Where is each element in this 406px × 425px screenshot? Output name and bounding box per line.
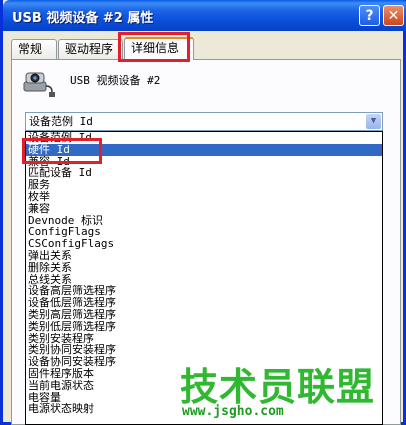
dropdown-option[interactable]: 设备低层筛选程序	[26, 297, 382, 309]
dropdown-option[interactable]: 类别低层筛选程序	[26, 321, 382, 333]
tab-details[interactable]: 详细信息	[124, 37, 194, 60]
chevron-down-icon[interactable]: ▼	[366, 114, 381, 129]
close-button[interactable]: ✕	[383, 5, 404, 26]
dropdown-option[interactable]: 电容量	[26, 392, 382, 404]
dropdown-option[interactable]: 电源状态映射	[26, 403, 382, 415]
dropdown-option[interactable]: 设备范例 Id	[26, 132, 382, 144]
dropdown-option[interactable]: 设备协同安装程序	[26, 356, 382, 368]
device-name: USB 视频设备 #2	[70, 74, 161, 87]
help-icon: ?	[365, 7, 374, 24]
property-select[interactable]: 设备范例 Id ▼	[25, 112, 383, 131]
tab-strip: 常规 驱动程序 详细信息	[11, 37, 401, 60]
help-button[interactable]: ?	[359, 5, 380, 26]
dropdown-option[interactable]: 兼容	[26, 203, 382, 215]
dropdown-option[interactable]: 删除关系	[26, 262, 382, 274]
dropdown-option[interactable]: 类别协同安装程序	[26, 344, 382, 356]
title-bar[interactable]: USB 视频设备 #2 属性 ? ✕	[3, 0, 406, 31]
tab-general[interactable]: 常规	[11, 39, 57, 59]
dropdown-option[interactable]: 弹出关系	[26, 250, 382, 262]
window-title: USB 视频设备 #2 属性	[12, 11, 154, 26]
dropdown-option[interactable]: 类别高层筛选程序	[26, 309, 382, 321]
dropdown-option[interactable]: 硬件 Id	[26, 143, 382, 156]
webcam-icon	[23, 72, 55, 97]
dropdown-option[interactable]: CSConfigFlags	[26, 238, 382, 250]
property-dropdown-list: 设备范例 Id 硬件 Id 兼容 Id 匹配设备 Id 服务 枚举 兼容 Devnode 标识…	[25, 131, 383, 425]
dropdown-option[interactable]: 枚举	[26, 191, 382, 203]
dropdown-option[interactable]: 服务	[26, 179, 382, 191]
dropdown-option[interactable]: 设备高层筛选程序	[26, 285, 382, 297]
dropdown-option[interactable]: ConfigFlags	[26, 226, 382, 238]
dropdown-option[interactable]: 固件程序版本	[26, 368, 382, 380]
tab-driver[interactable]: 驱动程序	[58, 39, 123, 59]
dropdown-option[interactable]: 匹配设备 Id	[26, 167, 382, 179]
dropdown-option[interactable]: 类别安装程序	[26, 333, 382, 345]
property-select-value: 设备范例 Id	[29, 115, 93, 128]
close-icon: ✕	[387, 7, 400, 24]
dropdown-option[interactable]: 总线关系	[26, 274, 382, 286]
dropdown-option[interactable]: 兼容 Id	[26, 156, 382, 168]
dropdown-option[interactable]: Devnode 标识	[26, 215, 382, 227]
dropdown-option[interactable]: 当前电源状态	[26, 380, 382, 392]
